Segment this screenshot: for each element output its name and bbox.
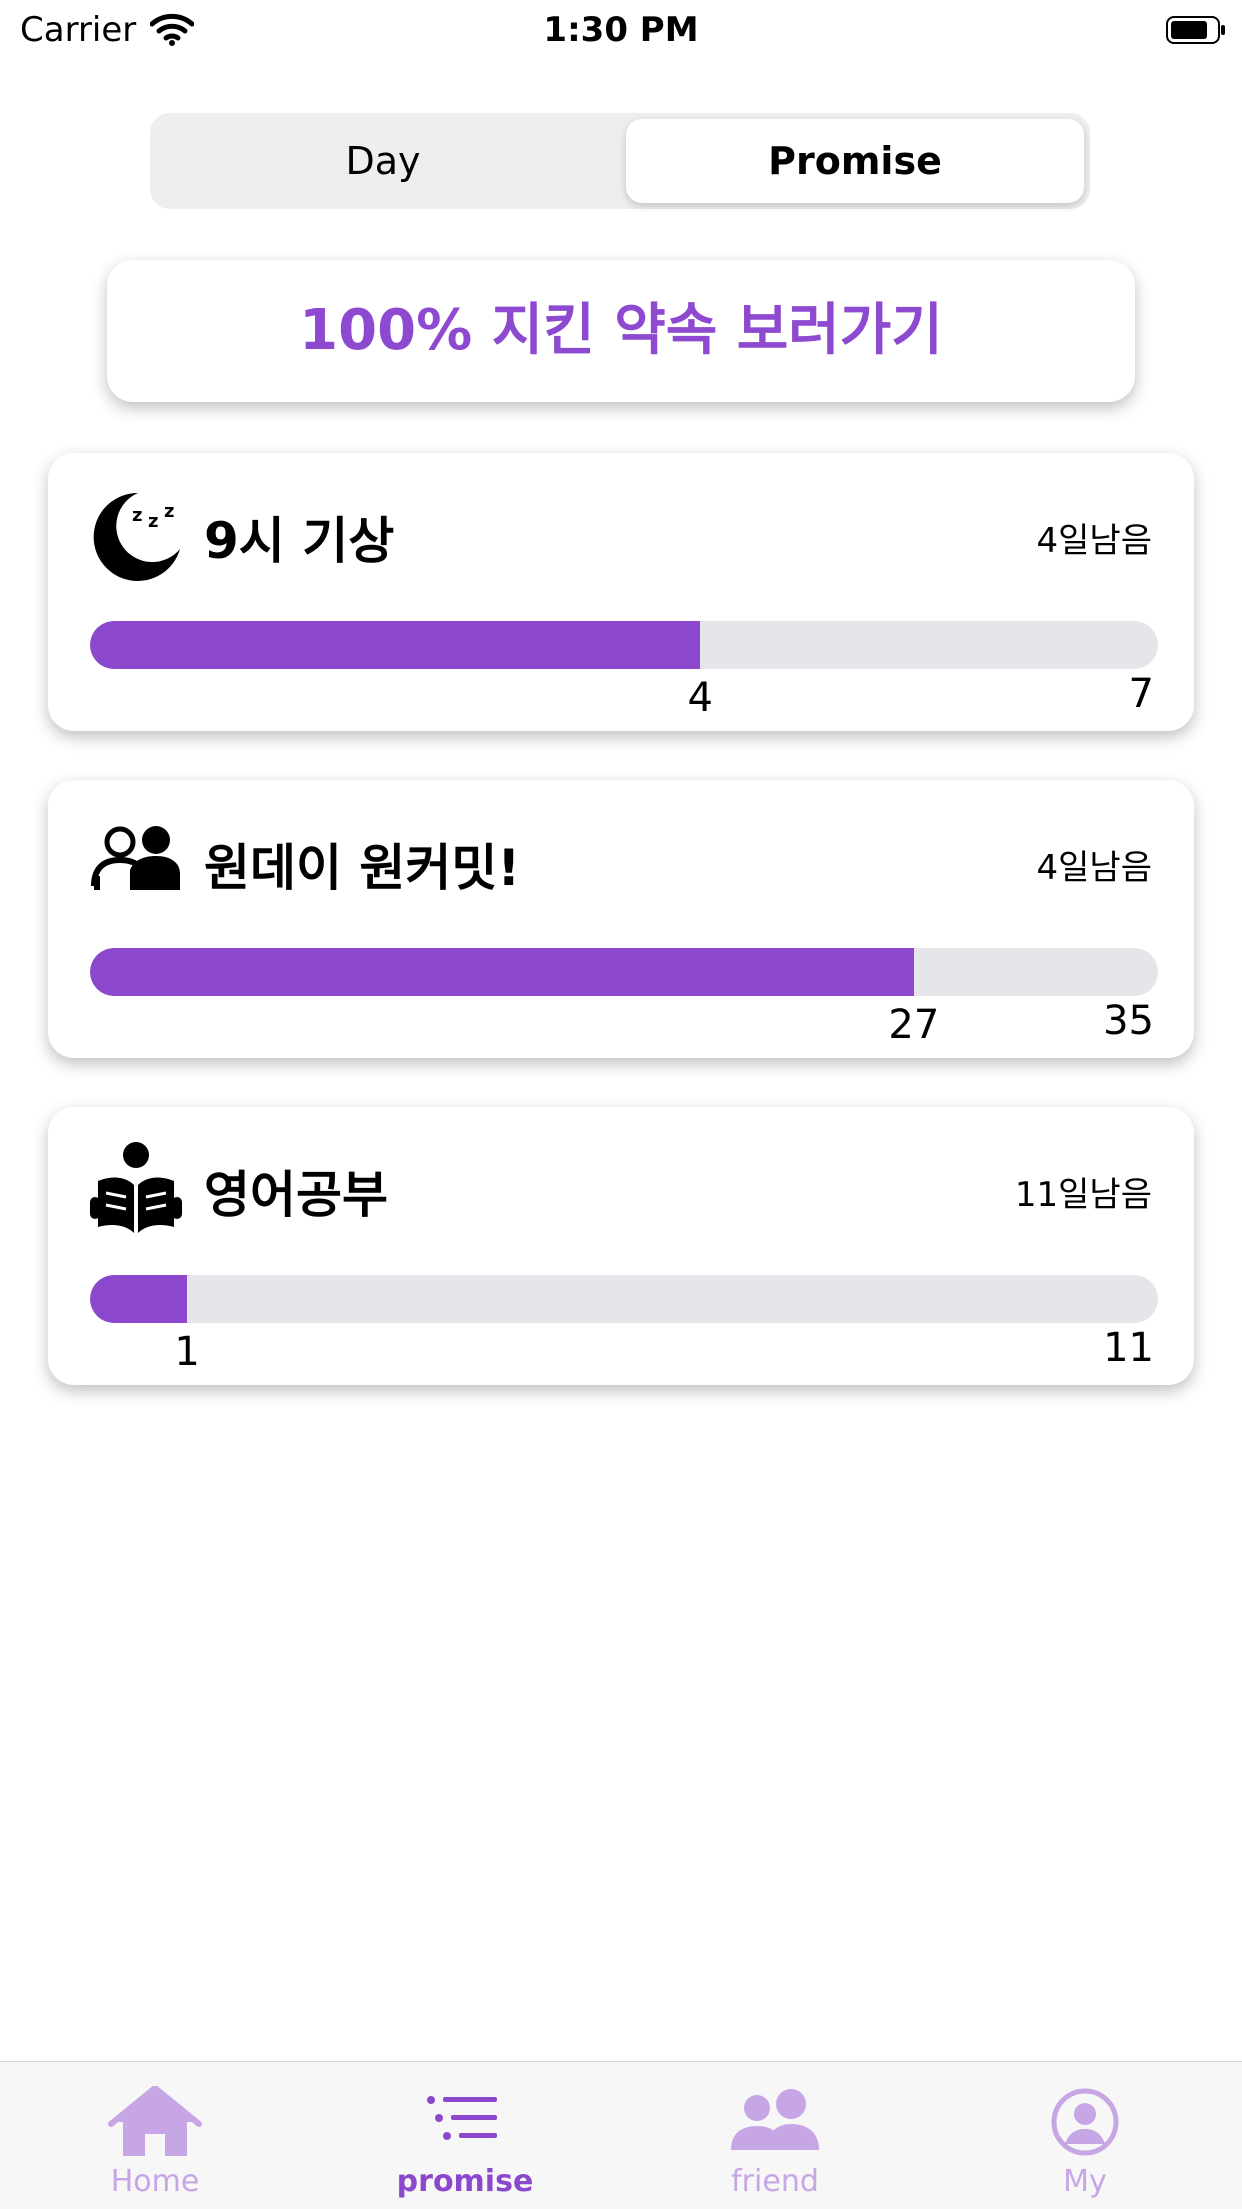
segment-promise[interactable]: Promise — [626, 119, 1084, 203]
progress-current: 4 — [687, 675, 714, 721]
tab-label: Home — [110, 2164, 200, 2199]
promise-title: 원데이 원커밋! — [204, 839, 521, 897]
days-left: 4일남음 — [1036, 521, 1152, 561]
status-bar: Carrier 1:30 PM — [0, 0, 1242, 60]
progress-track — [90, 621, 1158, 669]
clock: 1:30 PM — [543, 10, 699, 50]
tab-label: My — [1063, 2164, 1107, 2199]
days-left: 4일남음 — [1036, 848, 1152, 888]
progress-track — [90, 1275, 1158, 1323]
tab-home[interactable]: Home — [0, 2062, 310, 2209]
people-icon — [727, 2086, 823, 2158]
tab-label: friend — [731, 2164, 819, 2199]
two-people-icon — [88, 814, 184, 910]
progress-current: 1 — [174, 1329, 200, 1375]
progress-track — [90, 948, 1158, 996]
view-completed-promises-button[interactable]: 100% 지킨 약속 보러가기 — [107, 260, 1135, 402]
tab-bar: Home promise friend My — [0, 2061, 1242, 2209]
person-circle-icon — [1037, 2086, 1133, 2158]
reading-person-icon — [88, 1141, 184, 1237]
promise-title: 영어공부 — [204, 1166, 388, 1224]
promise-card[interactable]: 영어공부 11일남음 1 11 — [48, 1107, 1194, 1385]
battery-icon — [1166, 16, 1226, 44]
promise-title: 9시 기상 — [204, 512, 395, 570]
progress-fill — [90, 621, 701, 669]
sleeping-moon-icon: z z z — [88, 487, 184, 583]
progress-total: 7 — [1128, 671, 1154, 717]
progress-total: 35 — [1103, 998, 1154, 1044]
svg-text:z: z — [132, 505, 142, 526]
list-icon — [417, 2086, 513, 2158]
svg-text:z: z — [164, 501, 174, 522]
house-icon — [107, 2085, 203, 2158]
progress-fill — [90, 948, 914, 996]
segmented-control: Day Promise — [150, 113, 1090, 209]
tab-friend[interactable]: friend — [620, 2062, 930, 2209]
promise-card[interactable]: 원데이 원커밋! 4일남음 27 35 — [48, 780, 1194, 1058]
progress-fill — [90, 1275, 188, 1323]
tab-label: promise — [396, 2164, 534, 2199]
tab-my[interactable]: My — [930, 2062, 1240, 2209]
svg-text:z: z — [148, 511, 158, 532]
segment-day[interactable]: Day — [156, 119, 610, 203]
progress-current: 27 — [888, 1002, 940, 1048]
days-left: 11일남음 — [1014, 1175, 1152, 1215]
tab-promise[interactable]: promise — [310, 2062, 620, 2209]
promise-card[interactable]: z z z 9시 기상 4일남음 4 7 — [48, 453, 1194, 731]
progress-total: 11 — [1103, 1325, 1154, 1371]
